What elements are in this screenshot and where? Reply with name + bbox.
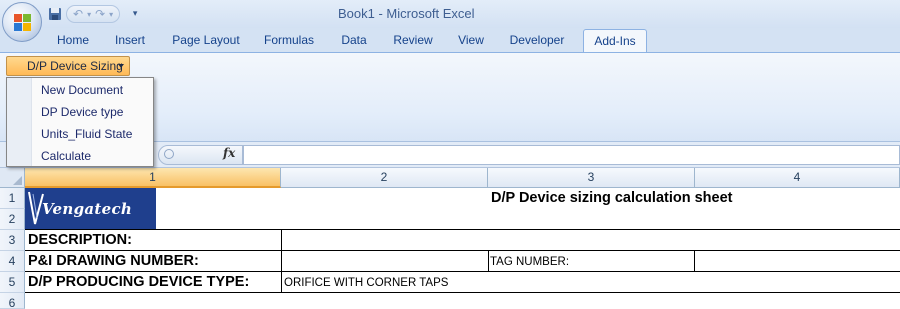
dp-device-sizing-label: D/P Device Sizing bbox=[27, 59, 123, 73]
column-header-2[interactable]: 2 bbox=[281, 168, 488, 188]
dp-device-sizing-menu: New Document DP Device type Units_Fluid … bbox=[6, 77, 154, 167]
description-label: DESCRIPTION: bbox=[28, 232, 132, 248]
column-header-1[interactable]: 1 bbox=[25, 168, 281, 188]
menu-item-calculate[interactable]: Calculate bbox=[41, 146, 91, 166]
ribbon-tab-bar: Home Insert Page Layout Formulas Data Re… bbox=[0, 28, 900, 52]
formula-input[interactable] bbox=[243, 145, 900, 165]
vengatech-logo: Vengatech bbox=[25, 188, 156, 229]
menu-item-dp-device-type[interactable]: DP Device type bbox=[41, 102, 123, 122]
border-line bbox=[488, 250, 489, 271]
menu-icon-strip bbox=[7, 78, 32, 166]
tab-data[interactable]: Data bbox=[334, 29, 374, 52]
column-header-4[interactable]: 4 bbox=[695, 168, 900, 188]
tag-number-label: TAG NUMBER: bbox=[490, 256, 570, 268]
tab-developer[interactable]: Developer bbox=[504, 29, 570, 52]
tab-home[interactable]: Home bbox=[50, 29, 96, 52]
row-header-6[interactable]: 6 bbox=[0, 293, 25, 309]
menu-item-new-document[interactable]: New Document bbox=[41, 80, 123, 100]
border-line bbox=[25, 292, 900, 293]
tab-page-layout[interactable]: Page Layout bbox=[166, 29, 246, 52]
row-header-4[interactable]: 4 bbox=[0, 251, 25, 272]
border-line bbox=[281, 229, 282, 292]
sheet-title: D/P Device sizing calculation sheet bbox=[491, 190, 733, 206]
logo-text: Vengatech bbox=[42, 200, 133, 218]
select-all-corner[interactable] bbox=[0, 168, 25, 188]
menu-item-units-fluid-state[interactable]: Units_Fluid State bbox=[41, 124, 132, 144]
office-button[interactable] bbox=[2, 2, 42, 42]
title-bar: ↶ ▾ ↷ ▾ ▾ Book1 - Microsoft Excel bbox=[0, 0, 900, 28]
device-type-value: ORIFICE WITH CORNER TAPS bbox=[284, 277, 449, 289]
office-logo-icon bbox=[14, 14, 32, 32]
tab-insert[interactable]: Insert bbox=[106, 29, 154, 52]
window-title: Book1 - Microsoft Excel bbox=[338, 6, 475, 21]
dp-device-sizing-button[interactable]: D/P Device Sizing bbox=[6, 56, 130, 76]
border-line bbox=[25, 229, 900, 230]
tab-add-ins[interactable]: Add-Ins bbox=[583, 29, 647, 52]
chevron-down-icon bbox=[118, 64, 124, 68]
pid-drawing-number-label: P&I DRAWING NUMBER: bbox=[28, 253, 199, 269]
worksheet-grid[interactable] bbox=[25, 188, 900, 309]
row-header-5[interactable]: 5 bbox=[0, 272, 25, 293]
tab-view[interactable]: View bbox=[452, 29, 490, 52]
border-line bbox=[25, 271, 900, 272]
border-line bbox=[694, 250, 695, 271]
row-header-1[interactable]: 1 bbox=[0, 188, 25, 209]
row-header-3[interactable]: 3 bbox=[0, 230, 25, 251]
border-line bbox=[25, 250, 900, 251]
row-header-2[interactable]: 2 bbox=[0, 209, 25, 230]
tab-review[interactable]: Review bbox=[388, 29, 438, 52]
column-header-3[interactable]: 3 bbox=[488, 168, 695, 188]
insert-function-icon[interactable]: fx bbox=[223, 146, 235, 160]
tab-formulas[interactable]: Formulas bbox=[258, 29, 320, 52]
formula-expand-icon[interactable] bbox=[164, 149, 174, 159]
device-type-label: D/P PRODUCING DEVICE TYPE: bbox=[28, 274, 250, 290]
